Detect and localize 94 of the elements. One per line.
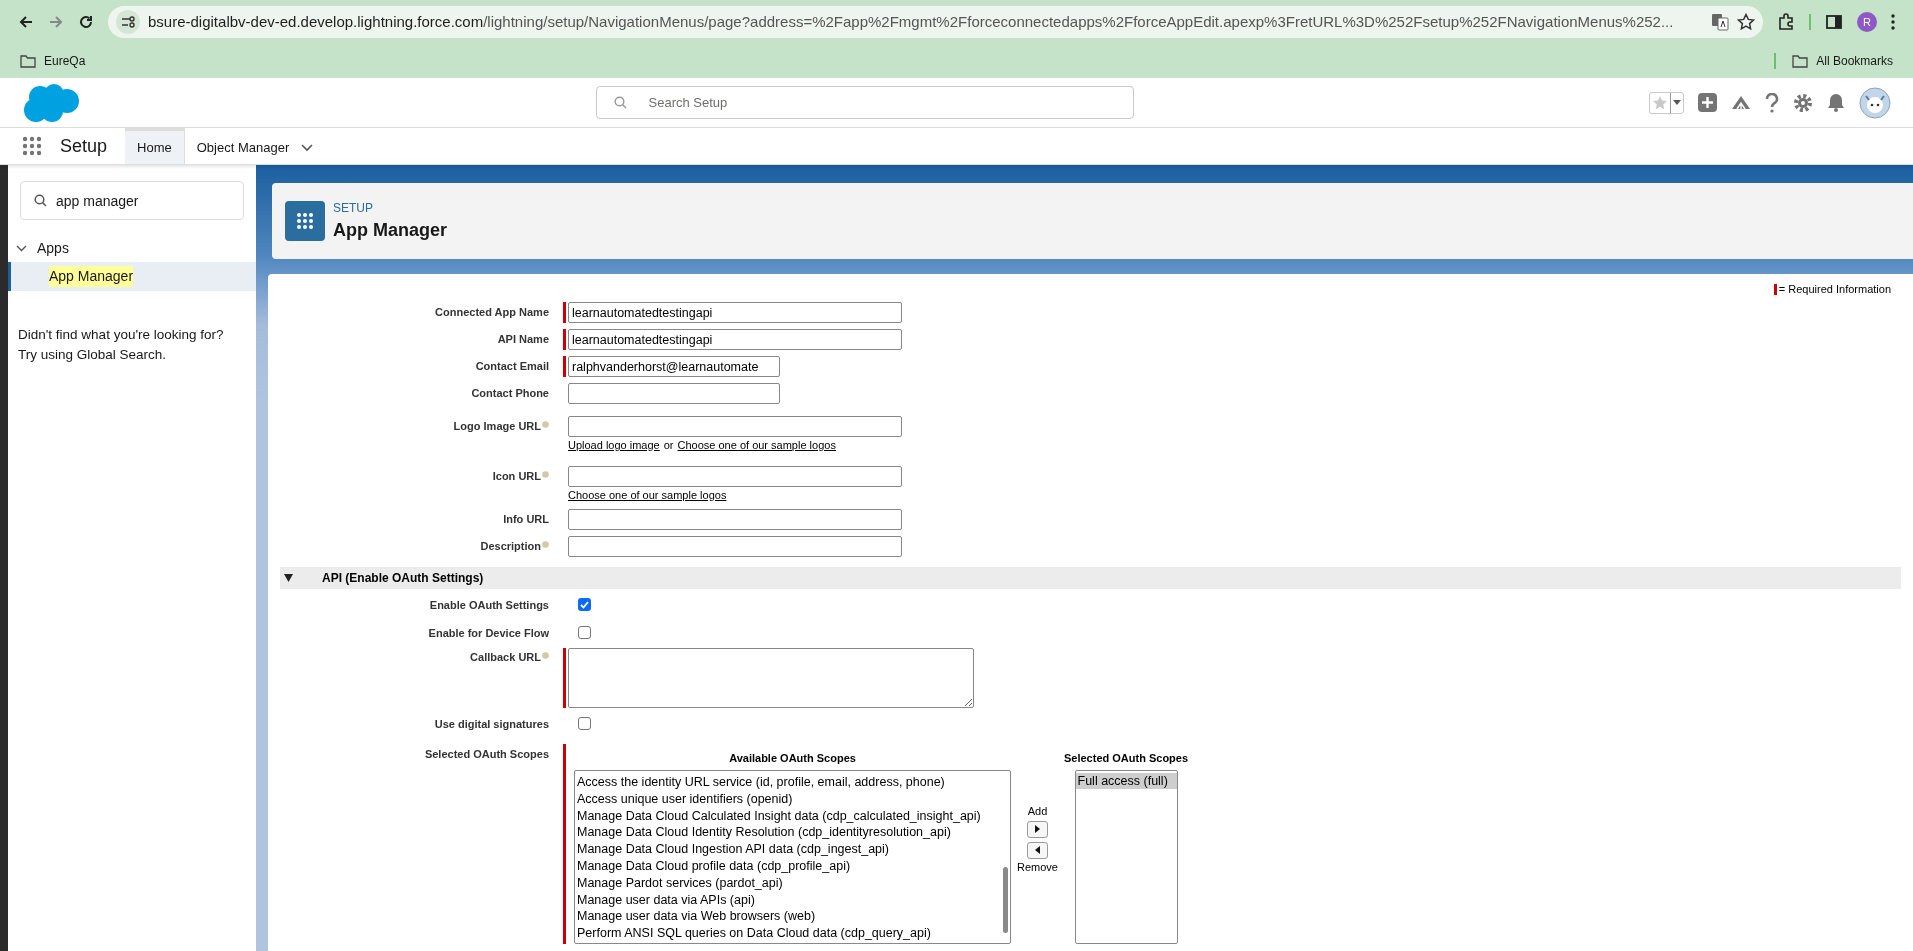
separator-text: or [663, 438, 674, 453]
required-legend: = Required Information [1778, 280, 1891, 298]
list-heading: Selected OAuth Scopes [1063, 751, 1189, 764]
add-icon[interactable] [1698, 93, 1717, 112]
text-field[interactable]: learnautomatedtestingapi [568, 329, 902, 350]
field-label: API Name [497, 332, 549, 347]
field-label: Icon URL [492, 468, 541, 484]
nav-tab[interactable]: Object Manager [184, 128, 327, 164]
field-label: Info URL [503, 512, 549, 527]
search-icon [34, 194, 47, 207]
available-scopes-list[interactable] [574, 770, 1011, 944]
list-option[interactable]: Manage Data Cloud Ingestion API data (cdp_ingest_api) [575, 841, 1010, 858]
list-option[interactable]: Access unique user identifiers (openid) [575, 790, 1010, 808]
search-icon [613, 96, 627, 109]
profile-avatar[interactable]: R [1857, 12, 1877, 32]
address-bar[interactable]: bsure-digitalbv-dev-ed.develop.lightning.force.com/lightning/setup/NavigationMenus/page?address=%2Fapp%2Fmgmt%2Fforceconnectedapps%2FforceAppEdit.apexp%3FretURL%3D%252Fsetup%252FNavigationMenus%252... [108, 6, 1763, 38]
scrollbar[interactable] [1003, 867, 1008, 933]
field-label: Callback URL [470, 650, 541, 665]
folder-icon [1792, 54, 1809, 68]
field-label: Enable OAuth Settings [429, 598, 549, 613]
caret-icon [1673, 100, 1681, 105]
list-option[interactable]: Manage Data Cloud profile data (cdp_profile_api) [575, 858, 1010, 875]
translate-icon[interactable] [1711, 13, 1729, 31]
add-label: Add [1027, 804, 1048, 819]
side-panel-icon[interactable] [1825, 13, 1843, 31]
add-button[interactable] [1027, 820, 1048, 838]
text-field[interactable] [568, 536, 902, 557]
quick-find-field[interactable]: app manager [20, 181, 244, 220]
list-heading: Available OAuth Scopes [729, 751, 856, 764]
text-field[interactable] [568, 509, 902, 530]
collapse-triangle-icon[interactable] [284, 574, 293, 582]
section-header[interactable]: API (Enable OAuth Settings) [280, 567, 1901, 589]
field-label: Connected App Name [435, 305, 549, 320]
selected-scopes-list[interactable]: Full access (full) [1074, 770, 1178, 944]
forward-icon[interactable] [48, 14, 64, 30]
settings-icon[interactable] [1793, 92, 1813, 113]
remove-label: Remove [1017, 859, 1058, 875]
text-field[interactable]: ralphvanderhorst@learnautomate [568, 356, 780, 377]
text-area[interactable] [568, 648, 974, 708]
page-title: App Manager [333, 218, 447, 242]
left-arrow-icon [1035, 846, 1040, 854]
list-option[interactable]: Manage user data via Web browsers (web) [575, 908, 1010, 926]
notifications-bell-icon[interactable] [1827, 93, 1845, 112]
text-field[interactable]: learnautomatedtestingapi [568, 302, 902, 323]
tree-item[interactable]: App Manager [8, 262, 256, 291]
back-icon[interactable] [18, 14, 34, 30]
folder-icon [20, 54, 36, 68]
list-option[interactable]: Manage user data via APIs (api) [575, 891, 1010, 909]
url-text: bsure-digitalbv-dev-ed.develop.lightning.force.com/lightning/setup/NavigationMenus/page?address=%2Fapp%2Fmgmt%2Fforceconnectedapps%2FforceAppEdit.apexp%3FretURL%3D%252Fsetup%252FNavigationMenus%252... [148, 11, 1675, 32]
page-eyebrow: SETUP [333, 199, 374, 217]
user-avatar-icon[interactable] [1859, 86, 1891, 119]
grid-icon [285, 201, 325, 241]
text-field[interactable] [568, 465, 902, 487]
app-launcher-icon[interactable] [22, 136, 42, 156]
link[interactable]: Upload logo image [568, 437, 660, 454]
favorites-button[interactable] [1649, 91, 1684, 114]
help-text: Didn't find what you're looking for? Try using Global Search. [17, 326, 225, 364]
menu-icon[interactable] [1891, 14, 1895, 30]
link[interactable]: Choose one of our sample logos [568, 486, 727, 503]
cloud-logo [22, 82, 80, 123]
list-option[interactable]: Full access (full) [1075, 773, 1177, 789]
field-label: Description [480, 539, 541, 554]
site-settings-icon[interactable] [116, 10, 140, 34]
list-option[interactable]: Manage Data Cloud Identity Resolution (cdp_identityresolution_api) [575, 824, 1010, 842]
text-field[interactable] [568, 416, 902, 437]
checkbox[interactable] [578, 598, 591, 611]
field-label: Selected OAuth Scopes [424, 747, 549, 762]
checkmark-icon [580, 600, 589, 609]
setup-search-field[interactable]: Search Setup [595, 86, 1134, 119]
tree-item[interactable]: Apps [8, 234, 256, 262]
field-label: Contact Phone [471, 386, 549, 401]
field-label: Contact Email [475, 359, 549, 374]
extensions-icon[interactable] [1777, 13, 1795, 31]
text-field[interactable] [568, 383, 780, 404]
link[interactable]: Choose one of our sample logos [677, 437, 836, 454]
list-option[interactable]: Manage Data Cloud Calculated Insight data (cdp_calculated_insight_api) [575, 807, 1010, 825]
field-label: Enable for Device Flow [428, 626, 549, 641]
list-option[interactable]: Access the identity URL service (id, profile, email, address, phone) [575, 774, 1010, 791]
checkbox[interactable] [578, 717, 591, 730]
reload-icon[interactable] [78, 14, 94, 30]
remove-button[interactable] [1027, 841, 1048, 859]
chevron-down-icon[interactable] [301, 143, 314, 152]
bookmark-star-icon[interactable] [1737, 13, 1755, 31]
right-arrow-icon [1035, 825, 1040, 833]
field-label: Logo Image URL [453, 419, 541, 434]
all-bookmarks-folder[interactable]: All Bookmarks [1792, 52, 1893, 70]
checkbox[interactable] [578, 626, 591, 639]
field-label: Use digital signatures [434, 717, 549, 732]
list-option[interactable]: Perform ANSI SQL queries on Data Cloud data (cdp_query_api) [575, 925, 1010, 942]
bookmark-folder[interactable]: EureQa [20, 52, 86, 70]
app-name: Setup [60, 134, 108, 158]
nav-tab[interactable]: Home [125, 128, 185, 164]
list-option[interactable]: Manage Pardot services (pardot_api) [575, 874, 1010, 892]
help-icon[interactable] [1765, 92, 1779, 113]
